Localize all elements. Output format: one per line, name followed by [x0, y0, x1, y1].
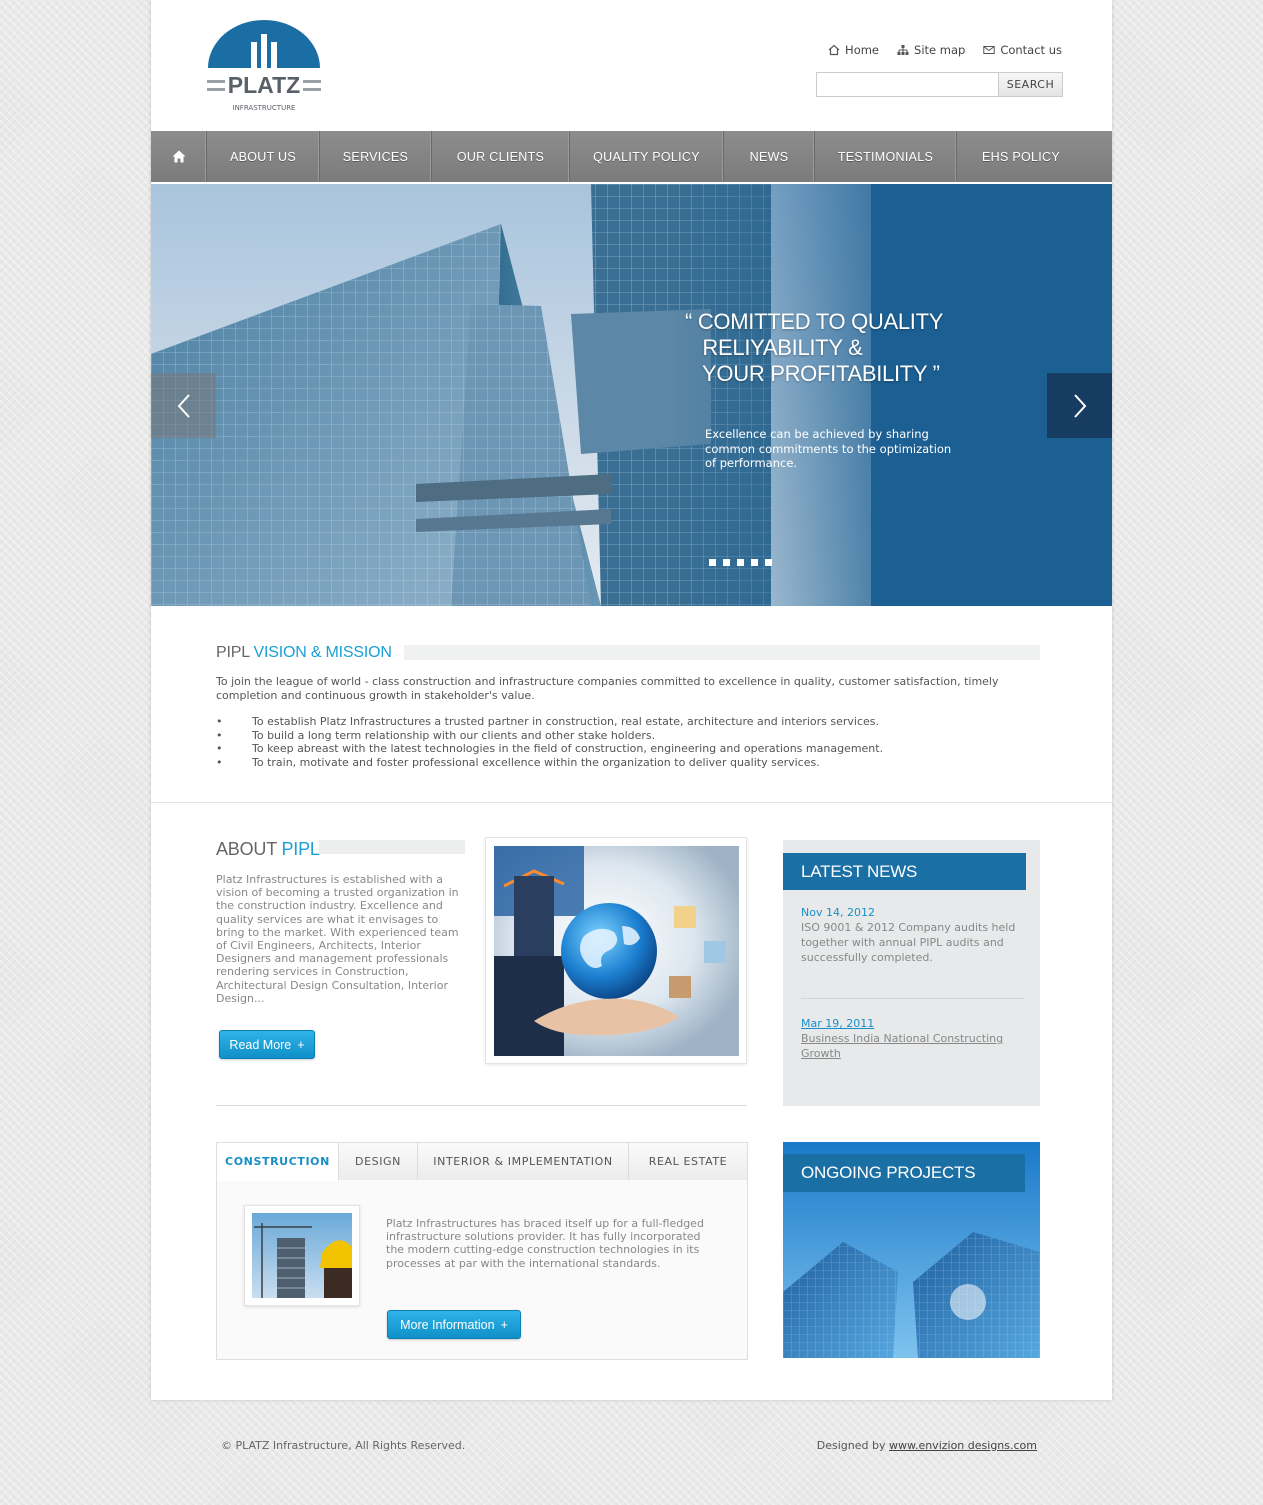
hero-slider: “ COMITTED TO QUALITY RELIYABILITY & YOU…: [151, 184, 1112, 606]
about-image: [485, 837, 747, 1064]
news-text: Business India National Constructing Gro…: [801, 1032, 1004, 1060]
svg-text:INFRASTRUCTURE: INFRASTRUCTURE: [233, 104, 296, 112]
read-more-label: Read More: [229, 1037, 292, 1052]
vision-list: • To establish Platz Infrastructures a tr…: [216, 715, 883, 769]
list-item: • To establish Platz Infrastructures a tr…: [216, 715, 883, 729]
slider-next-button[interactable]: [1047, 373, 1112, 438]
nav-home[interactable]: [151, 131, 207, 182]
latest-news-panel: LATEST NEWS Nov 14, 2012 ISO 9001 & 2012…: [783, 840, 1040, 1106]
slide-text: Excellence can be achieved by sharing co…: [705, 427, 952, 470]
plus-icon: +: [297, 1037, 305, 1052]
news-date: Nov 14, 2012: [801, 906, 875, 919]
contact-link-label: Contact us: [1000, 43, 1062, 57]
sitemap-link[interactable]: Site map: [897, 43, 965, 57]
news-text: ISO 9001 & 2012 Company audits held toge…: [801, 921, 1016, 964]
vision-title-accent: VISION & MISSION: [253, 644, 392, 661]
slider-dot[interactable]: [765, 559, 772, 566]
search-button[interactable]: SEARCH: [998, 72, 1063, 97]
tab-construction[interactable]: CONSTRUCTION: [217, 1143, 339, 1181]
ongoing-projects-panel[interactable]: ONGOING PROJECTS: [783, 1142, 1040, 1358]
services-tabs: CONSTRUCTION DESIGN INTERIOR & IMPLEMENT…: [216, 1142, 748, 1360]
list-item: • To build a long term relationship with …: [216, 729, 883, 743]
about-title: ABOUT PIPL: [216, 839, 320, 860]
tab-interior-implementation[interactable]: INTERIOR & IMPLEMENTATION: [418, 1143, 629, 1180]
list-item: • To train, motivate and foster professio…: [216, 756, 883, 770]
nav-services[interactable]: SERVICES: [320, 131, 432, 182]
tab-design[interactable]: DESIGN: [339, 1143, 418, 1180]
slide-heading-line: YOUR PROFITABILITY ”: [685, 361, 940, 386]
footer-designed-by: Designed by www.envizion designs.com: [817, 1439, 1037, 1452]
section-divider: [151, 802, 1112, 803]
top-links: Home Site map Contact us: [828, 43, 1062, 57]
designer-link[interactable]: www.envizion designs.com: [889, 1439, 1037, 1452]
main-nav: ABOUT US SERVICES OUR CLIENTS QUALITY PO…: [151, 131, 1112, 182]
bullet: •: [216, 715, 223, 728]
sitemap-link-label: Site map: [914, 43, 966, 57]
hero-building-image: [151, 184, 1112, 606]
sitemap-icon: [897, 45, 909, 55]
about-title-accent: PIPL: [281, 839, 320, 859]
bullet: •: [216, 755, 223, 769]
designed-by-label: Designed by: [816, 1439, 889, 1452]
news-date: Mar 19, 2011: [801, 1017, 875, 1030]
home-icon: [172, 150, 185, 163]
vision-title-bar: [404, 645, 1040, 660]
slide-heading: “ COMITTED TO QUALITY RELIYABILITY & YOU…: [685, 309, 943, 387]
about-text: Platz Infrastructures is established wit…: [216, 873, 459, 1005]
home-link[interactable]: Home: [828, 43, 879, 57]
ongoing-projects-title: ONGOING PROJECTS: [783, 1154, 1025, 1192]
contact-link[interactable]: Contact us: [983, 43, 1062, 57]
nav-quality-policy[interactable]: QUALITY POLICY: [570, 131, 724, 182]
construction-image: [244, 1205, 360, 1306]
list-item-text: To train, motivate and foster profession…: [252, 755, 820, 769]
slider-dot[interactable]: [723, 559, 730, 566]
slider-prev-button[interactable]: [151, 373, 216, 438]
list-item-text: To build a long term relationship with o…: [252, 728, 656, 742]
vision-paragraph: To join the league of world - class cons…: [216, 675, 999, 702]
about-title-main: ABOUT: [216, 839, 282, 859]
slider-dot[interactable]: [737, 559, 744, 566]
list-item-text: To keep abreast with the latest technolo…: [252, 742, 884, 755]
chevron-left-icon: [177, 393, 190, 418]
slider-dot[interactable]: [709, 559, 716, 566]
nav-ehs-policy[interactable]: EHS POLICY: [957, 131, 1085, 182]
tab-bar: CONSTRUCTION DESIGN INTERIOR & IMPLEMENT…: [217, 1143, 747, 1181]
mail-icon: [983, 46, 996, 54]
more-information-button[interactable]: More Information +: [387, 1310, 521, 1339]
nav-news[interactable]: NEWS: [724, 131, 815, 182]
latest-news-title: LATEST NEWS: [783, 853, 1026, 890]
home-link-label: Home: [845, 43, 880, 57]
vision-title-main: PIPL: [216, 644, 254, 661]
slider-dots: [709, 559, 772, 566]
nav-about-us[interactable]: ABOUT US: [207, 131, 320, 182]
nav-our-clients[interactable]: OUR CLIENTS: [432, 131, 570, 182]
search-form: SEARCH: [816, 72, 1063, 97]
chevron-right-icon: [1073, 393, 1086, 418]
vision-title: PIPL VISION & MISSION: [216, 644, 392, 662]
slide-heading-line: RELIYABILITY &: [685, 335, 863, 360]
plus-icon: +: [500, 1317, 508, 1332]
news-item[interactable]: Mar 19, 2011 Business India National Con…: [801, 1017, 1021, 1061]
tab-content-text: Platz Infrastructures has braced itself …: [386, 1217, 704, 1270]
page-container: PLATZ INFRASTRUCTURE Home Site map Conta…: [151, 0, 1112, 1400]
list-item: • To keep abreast with the latest technol…: [216, 742, 883, 756]
list-item-text: To establish Platz Infrastructures a tru…: [252, 715, 880, 728]
slider-dot[interactable]: [751, 559, 758, 566]
home-icon: [828, 44, 840, 56]
svg-text:PLATZ: PLATZ: [228, 72, 300, 98]
bullet: •: [216, 728, 223, 742]
tab-real-estate[interactable]: REAL ESTATE: [629, 1143, 747, 1180]
nav-testimonials[interactable]: TESTIMONIALS: [815, 131, 957, 182]
search-input[interactable]: [816, 72, 998, 97]
news-separator: [801, 998, 1025, 999]
bullet: •: [216, 742, 223, 755]
read-more-button[interactable]: Read More +: [219, 1030, 315, 1059]
platz-logo[interactable]: PLATZ INFRASTRUCTURE: [207, 20, 321, 112]
more-information-label: More Information: [400, 1317, 495, 1332]
slide-heading-line: “ COMITTED TO QUALITY: [685, 309, 944, 334]
footer-copyright: © PLATZ Infrastructure, All Rights Reser…: [221, 1439, 466, 1452]
about-title-bar: [319, 840, 465, 854]
news-item[interactable]: Nov 14, 2012 ISO 9001 & 2012 Company aud…: [801, 906, 1021, 965]
about-divider: [216, 1105, 747, 1106]
